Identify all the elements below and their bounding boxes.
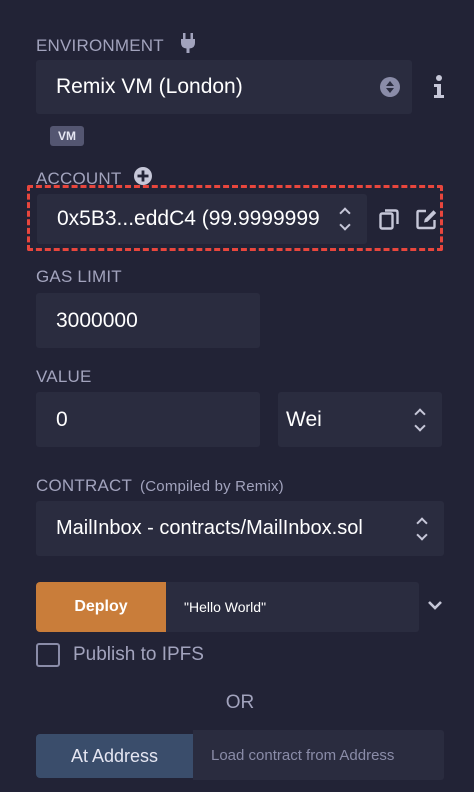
environment-label: ENVIRONMENT — [36, 35, 164, 55]
contract-sublabel: (Compiled by Remix) — [140, 477, 284, 495]
publish-ipfs-label: Publish to IPFS — [73, 644, 204, 665]
select-chevrons-icon — [412, 516, 432, 541]
at-address-input[interactable] — [193, 730, 444, 780]
info-icon[interactable] — [430, 74, 448, 100]
copy-icon[interactable] — [379, 209, 399, 231]
select-chevrons-icon — [335, 207, 355, 231]
gas-limit-label: GAS LIMIT — [36, 267, 122, 286]
deploy-button[interactable]: Deploy — [36, 582, 166, 632]
value-unit-select[interactable]: Wei — [278, 392, 442, 447]
deploy-args-input[interactable]: "Hello World" — [166, 582, 419, 632]
value-unit-selected: Wei — [286, 407, 322, 431]
value-label: VALUE — [36, 367, 92, 386]
environment-selected: Remix VM (London) — [56, 75, 243, 98]
plug-icon — [178, 32, 198, 59]
publish-ipfs-checkbox[interactable] — [36, 643, 60, 667]
edit-icon[interactable] — [416, 208, 438, 230]
environment-label-row: ENVIRONMENT — [36, 32, 198, 59]
account-selected: 0x5B3...eddC4 (99.9999999 — [57, 207, 320, 230]
or-divider: OR — [225, 692, 255, 713]
select-chevrons-icon — [410, 407, 430, 432]
contract-select[interactable]: MailInbox - contracts/MailInbox.sol — [36, 501, 444, 556]
vm-badge: VM — [50, 126, 84, 146]
account-select[interactable]: 0x5B3...eddC4 (99.9999999 — [37, 194, 367, 244]
select-arrows-icon — [380, 77, 400, 97]
contract-label: CONTRACT — [36, 476, 133, 495]
value-input[interactable]: 0 — [36, 392, 260, 447]
contract-label-row: CONTRACT (Compiled by Remix) — [36, 476, 284, 496]
environment-select[interactable]: Remix VM (London) — [36, 60, 412, 114]
contract-selected: MailInbox - contracts/MailInbox.sol — [56, 517, 363, 539]
chevron-down-icon[interactable] — [426, 598, 444, 612]
at-address-button[interactable]: At Address — [36, 734, 193, 778]
gas-limit-input[interactable]: 3000000 — [36, 293, 260, 348]
